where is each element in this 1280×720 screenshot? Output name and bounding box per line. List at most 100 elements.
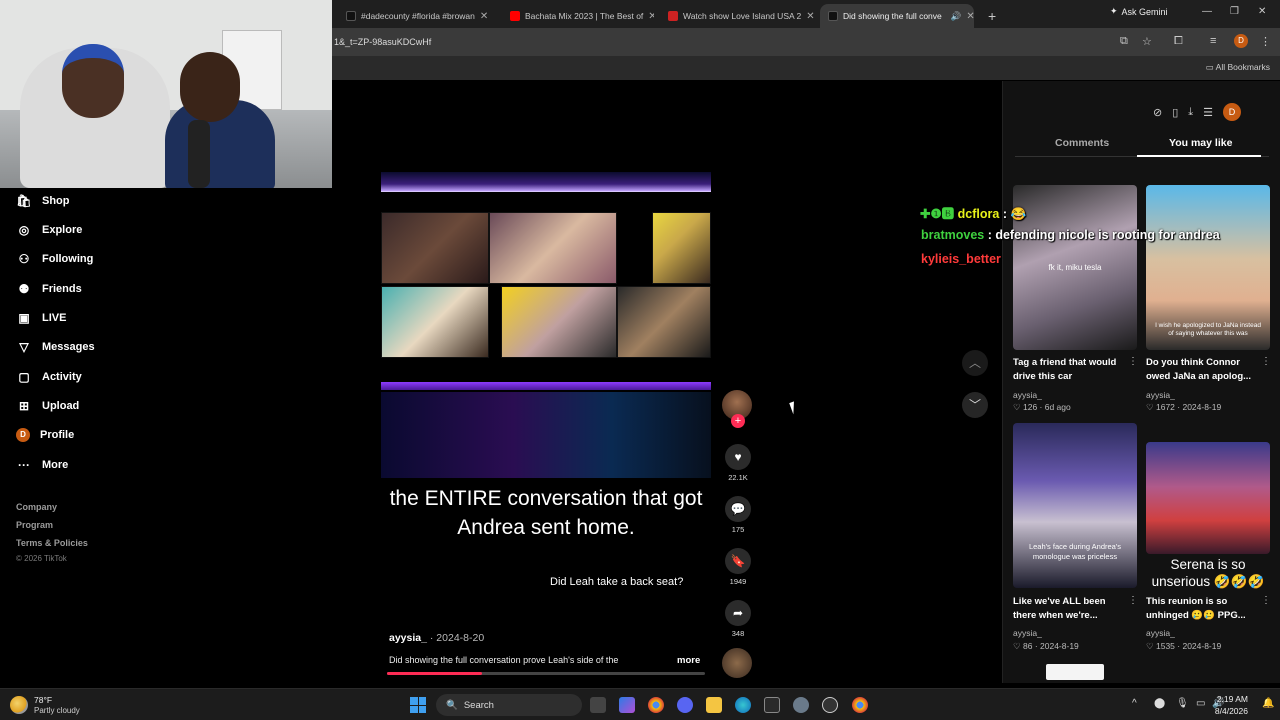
store-icon[interactable]	[764, 697, 780, 713]
network-icon[interactable]: ⬤	[1154, 698, 1165, 709]
minimize-icon[interactable]: —	[1202, 6, 1212, 17]
card-thumbnail[interactable]	[1013, 423, 1137, 588]
sidebar-item-following[interactable]: ⚇ Following	[16, 250, 94, 268]
video-description: Did showing the full conversation prove …	[389, 655, 619, 665]
share-icon: ➦	[725, 600, 751, 626]
sidebar-item-more[interactable]: ··· More	[16, 456, 68, 474]
card-author[interactable]: ayysia_	[1146, 628, 1175, 638]
sidebar-item-activity[interactable]: ▢ Activity	[16, 368, 81, 386]
url-input[interactable]: 1&_t=ZP-98asuKDCwHf	[334, 37, 431, 47]
tab-you-may-like[interactable]: You may like	[1169, 137, 1232, 149]
kebab-menu-icon[interactable]: ⋮	[1128, 595, 1138, 606]
shop-icon: 🛍	[16, 194, 32, 208]
card-thumbnail[interactable]	[1046, 664, 1104, 680]
settings-icon[interactable]	[793, 697, 809, 713]
follow-button[interactable]: +	[731, 414, 745, 428]
weather-icon[interactable]	[10, 696, 28, 714]
footer-company-link[interactable]: Company	[16, 502, 57, 512]
maximize-icon[interactable]: ❐	[1230, 6, 1239, 17]
profile-avatar[interactable]: D	[1223, 103, 1242, 121]
card-stats: ♡ 86 · 2024-8-19	[1013, 641, 1079, 651]
card-author[interactable]: ayysia_	[1013, 628, 1042, 638]
discord-icon[interactable]	[677, 697, 693, 713]
reading-list-icon[interactable]: ≡	[1210, 35, 1216, 47]
comment-button[interactable]: 💬 175	[722, 496, 754, 534]
close-icon[interactable]: ✕	[648, 11, 654, 22]
all-bookmarks-button[interactable]: ▭ All Bookmarks	[1206, 62, 1270, 73]
sidebar-item-upload[interactable]: ⊞ Upload	[16, 397, 79, 415]
video-progress-bar[interactable]	[387, 672, 705, 675]
close-icon[interactable]: ✕	[806, 11, 814, 22]
like-button[interactable]: ♥ 22.1K	[722, 444, 754, 482]
video-thumbnail	[381, 212, 489, 284]
sidebar-item-profile[interactable]: D Profile	[16, 426, 74, 444]
card-title[interactable]: Tag a friend that would drive this car	[1013, 356, 1131, 384]
star-icon[interactable]: ☆	[1142, 35, 1152, 48]
video-player[interactable]: the ENTIRE conversation that got Andrea …	[381, 166, 711, 678]
microphone-icon[interactable]: 🎙	[1176, 698, 1189, 709]
phone-icon[interactable]: ▯	[1172, 106, 1178, 119]
kebab-menu-icon[interactable]: ⋮	[1128, 356, 1138, 367]
close-icon[interactable]: ✕	[966, 11, 974, 22]
new-tab-button[interactable]: +	[980, 4, 1000, 28]
card-title[interactable]: Do you think Connor owed JaNa an apolog.…	[1146, 356, 1264, 384]
card-stats: ♡ 1535 · 2024-8-19	[1146, 641, 1222, 651]
taskbar-search[interactable]: 🔍 Search	[436, 694, 582, 716]
kebab-menu-icon[interactable]: ⋮	[1261, 595, 1271, 606]
card-title[interactable]: Like we've ALL been there when we're...	[1013, 595, 1131, 623]
chevron-up-icon[interactable]: ^	[1132, 698, 1137, 709]
kebab-menu-icon[interactable]: ⋮	[1261, 356, 1271, 367]
tab-love-island[interactable]: Watch show Love Island USA 2 ✕	[660, 4, 814, 28]
card-title[interactable]: This reunion is so unhinged 🥲🥲 PPG...	[1146, 595, 1264, 623]
notification-icon[interactable]: 🔔	[1262, 698, 1274, 709]
clock-time[interactable]: 2:19 AM	[1208, 694, 1248, 704]
chat-username: dcflora	[957, 207, 1000, 221]
file-explorer-icon[interactable]	[706, 697, 722, 713]
profile-avatar[interactable]: D	[1234, 34, 1248, 48]
tiktok-icon	[346, 11, 356, 21]
more-button[interactable]: more	[677, 655, 700, 666]
previous-video-button[interactable]: ︿	[962, 350, 988, 376]
extensions-icon[interactable]: ⧠	[1174, 35, 1183, 48]
sidebar-item-live[interactable]: ▣ LIVE	[16, 309, 66, 327]
card-author[interactable]: ayysia_	[1013, 390, 1042, 400]
sidebar-item-friends[interactable]: ⚉ Friends	[16, 280, 82, 298]
next-video-button[interactable]: ﹀	[962, 392, 988, 418]
tab-active-video[interactable]: Did showing the full conve 🔊 ✕	[820, 4, 974, 28]
copilot-icon[interactable]	[619, 697, 635, 713]
sidebar-item-explore[interactable]: ◎ Explore	[16, 221, 83, 239]
share-button[interactable]: ➦ 348	[722, 600, 754, 638]
weather-description[interactable]: Partly cloudy	[34, 706, 80, 715]
save-button[interactable]: 🔖 1949	[722, 548, 754, 586]
footer-terms-link[interactable]: Terms & Policies	[16, 538, 88, 548]
close-icon[interactable]: ✕	[480, 11, 488, 22]
bookmarks-bar: ▭ All Bookmarks	[332, 56, 1280, 80]
sidebar-item-shop[interactable]: 🛍 Shop	[16, 192, 69, 210]
task-view-icon[interactable]	[590, 697, 606, 713]
ask-gemini-button[interactable]: ✦ Ask Gemini	[1110, 6, 1168, 17]
window-close-icon[interactable]: ✕	[1258, 6, 1266, 17]
music-disc-avatar[interactable]	[722, 648, 752, 678]
menu-icon[interactable]: ☰	[1203, 106, 1213, 119]
install-icon[interactable]: ⧉	[1120, 35, 1128, 48]
video-author[interactable]: ayysia_ · 2024-8-20	[389, 632, 484, 644]
weather-temperature[interactable]: 78°F	[34, 695, 52, 705]
tab-comments[interactable]: Comments	[1055, 137, 1109, 149]
clock-date[interactable]: 8/4/2026	[1200, 706, 1248, 716]
speaker-icon[interactable]: 🔊	[951, 11, 962, 22]
card-author[interactable]: ayysia_	[1146, 390, 1175, 400]
compass-icon[interactable]: ⊘	[1153, 106, 1162, 119]
gemini-icon: ✦	[1110, 6, 1118, 16]
chrome-active-icon[interactable]	[852, 697, 868, 713]
download-icon[interactable]: ⤓	[1188, 106, 1193, 119]
edge-icon[interactable]	[735, 697, 751, 713]
sidebar-item-messages[interactable]: ▽ Messages	[16, 338, 94, 356]
chrome-icon[interactable]	[648, 697, 664, 713]
tab-dadecounty[interactable]: #dadecounty #florida #browan ✕	[338, 4, 496, 28]
obs-icon[interactable]	[822, 697, 838, 713]
footer-program-link[interactable]: Program	[16, 520, 53, 530]
card-thumbnail[interactable]	[1146, 442, 1270, 554]
windows-start-icon[interactable]	[410, 697, 426, 713]
menu-icon[interactable]: ⋮	[1260, 35, 1271, 48]
tab-bachata[interactable]: Bachata Mix 2023 | The Best of ✕	[502, 4, 654, 28]
